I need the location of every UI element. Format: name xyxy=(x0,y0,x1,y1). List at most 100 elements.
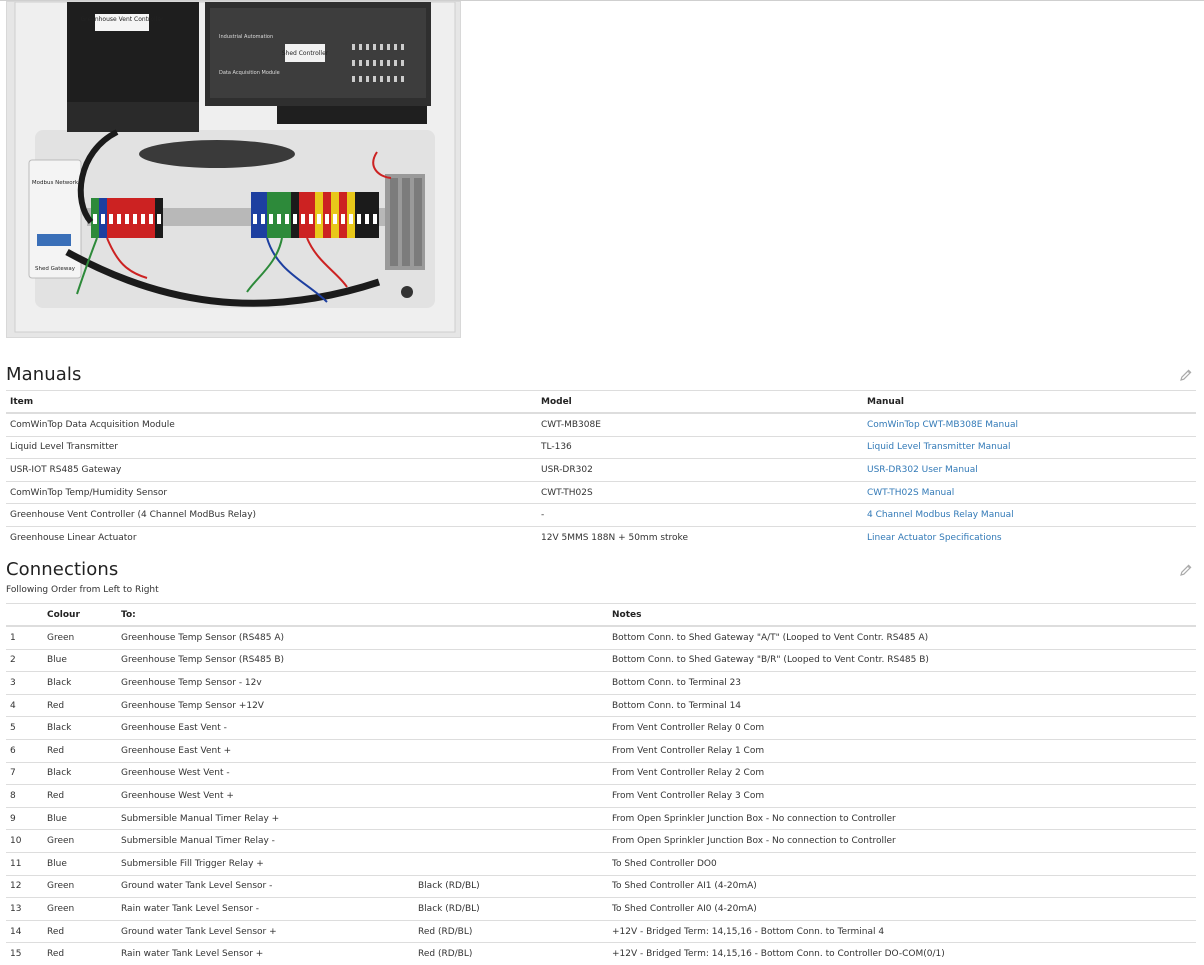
model-cell: - xyxy=(537,503,863,527)
table-row: 6 Red Greenhouse East Vent + From Vent Cont… xyxy=(6,738,1196,763)
to-cell: Submersible Manual Timer Relay + xyxy=(117,806,414,830)
number-cell: 6 xyxy=(6,738,43,763)
model-cell: CWT-TH02S xyxy=(537,480,863,504)
item-cell: Liquid Level Transmitter xyxy=(6,435,537,459)
notes-cell: +12V - Bridged Term: 14,15,16 - Bottom C… xyxy=(608,942,1196,965)
number-cell: 7 xyxy=(6,761,43,785)
notes-cell: From Vent Controller Relay 2 Com xyxy=(608,761,1196,785)
vent-controller-label: Greenhouse Vent Controller xyxy=(80,16,164,23)
manual-link[interactable]: ComWinTop CWT-MB308E Manual xyxy=(867,420,1018,430)
manual-link[interactable]: Linear Actuator Specifications xyxy=(867,533,1002,543)
item-cell: Greenhouse Linear Actuator xyxy=(6,525,537,549)
industrial-label: Industrial Automation xyxy=(219,34,273,40)
connections-title: Connections xyxy=(6,559,119,580)
manual-cell: Linear Actuator Specifications xyxy=(863,525,1196,549)
header-colour: Colour xyxy=(43,603,117,627)
header-item: Item xyxy=(6,390,537,414)
header-number xyxy=(6,603,43,627)
to-cell: Rain water Tank Level Sensor + xyxy=(117,942,414,965)
notes-cell: +12V - Bridged Term: 14,15,16 - Bottom C… xyxy=(608,919,1196,943)
connections-header-row: Colour To: Notes xyxy=(6,603,1196,627)
table-row: 5 Black Greenhouse East Vent - From Vent Co… xyxy=(6,716,1196,740)
table-row: 11 Blue Submersible Fill Trigger Relay + To… xyxy=(6,851,1196,876)
manual-cell: USR-DR302 User Manual xyxy=(863,458,1196,482)
to-cell: Ground water Tank Level Sensor + xyxy=(117,919,414,943)
notes-cell: To Shed Controller DO0 xyxy=(608,851,1196,876)
manuals-table: Item Model Manual ComWinTop Data Acquisi… xyxy=(6,390,1196,549)
extra-cell: Red (RD/BL) xyxy=(414,919,608,943)
colour-cell: Black xyxy=(43,761,117,785)
notes-cell: Bottom Conn. to Shed Gateway "A/T" (Loop… xyxy=(608,625,1196,650)
pencil-icon[interactable] xyxy=(1179,563,1193,577)
extra-cell xyxy=(414,625,608,650)
colour-cell: Red xyxy=(43,784,117,808)
colour-cell: Red xyxy=(43,919,117,943)
colour-cell: Blue xyxy=(43,648,117,672)
daq-label: Data Acquisition Module xyxy=(219,70,280,76)
table-row: 12 Green Ground water Tank Level Sensor -B… xyxy=(6,874,1196,898)
notes-cell: Bottom Conn. to Terminal 14 xyxy=(608,693,1196,717)
manuals-title: Manuals xyxy=(6,364,82,385)
colour-cell: Black xyxy=(43,716,117,740)
manual-link[interactable]: USR-DR302 User Manual xyxy=(867,465,978,475)
pencil-icon[interactable] xyxy=(1179,368,1193,382)
manual-link[interactable]: Liquid Level Transmitter Manual xyxy=(867,442,1011,452)
table-row: USR-IOT RS485 Gateway USR-DR302 USR-DR30… xyxy=(6,458,1196,482)
manual-cell: Liquid Level Transmitter Manual xyxy=(863,435,1196,459)
number-cell: 14 xyxy=(6,919,43,943)
to-cell: Ground water Tank Level Sensor - xyxy=(117,874,414,898)
table-row: 4 Red Greenhouse Temp Sensor +12V Bottom Co… xyxy=(6,693,1196,717)
colour-cell: Green xyxy=(43,897,117,921)
to-cell: Greenhouse West Vent + xyxy=(117,784,414,808)
colour-cell: Blue xyxy=(43,806,117,830)
enclosure-photo: Greenhouse Vent Controller Shed Controll… xyxy=(6,1,461,338)
colour-cell: Green xyxy=(43,829,117,853)
extra-cell xyxy=(414,716,608,740)
table-row: Liquid Level Transmitter TL-136 Liquid L… xyxy=(6,435,1196,459)
table-row: 14 Red Ground water Tank Level Sensor + Red… xyxy=(6,919,1196,943)
table-row: ComWinTop Temp/Humidity Sensor CWT-TH02S… xyxy=(6,480,1196,504)
number-cell: 10 xyxy=(6,829,43,853)
colour-cell: Red xyxy=(43,942,117,965)
colour-cell: Green xyxy=(43,874,117,898)
manual-link[interactable]: 4 Channel Modbus Relay Manual xyxy=(867,510,1014,520)
extra-cell xyxy=(414,738,608,763)
notes-cell: From Vent Controller Relay 0 Com xyxy=(608,716,1196,740)
colour-cell: Red xyxy=(43,738,117,763)
extra-cell xyxy=(414,761,608,785)
extra-cell xyxy=(414,671,608,695)
extra-cell xyxy=(414,829,608,853)
extra-cell: Black (RD/BL) xyxy=(414,874,608,898)
to-cell: Submersible Fill Trigger Relay + xyxy=(117,851,414,876)
item-cell: ComWinTop Temp/Humidity Sensor xyxy=(6,480,537,504)
colour-cell: Black xyxy=(43,671,117,695)
header-manual: Manual xyxy=(863,390,1196,414)
to-cell: Greenhouse Temp Sensor - 12v xyxy=(117,671,414,695)
table-row: 13 Green Rain water Tank Level Sensor - Bla… xyxy=(6,897,1196,921)
notes-cell: From Vent Controller Relay 3 Com xyxy=(608,784,1196,808)
colour-cell: Blue xyxy=(43,851,117,876)
table-row: 2 Blue Greenhouse Temp Sensor (RS485 B) Bot… xyxy=(6,648,1196,672)
notes-cell: Bottom Conn. to Shed Gateway "B/R" (Loop… xyxy=(608,648,1196,672)
to-cell: Greenhouse West Vent - xyxy=(117,761,414,785)
number-cell: 2 xyxy=(6,648,43,672)
manual-cell: CWT-TH02S Manual xyxy=(863,480,1196,504)
number-cell: 15 xyxy=(6,942,43,965)
manuals-header-row: Item Model Manual xyxy=(6,390,1196,414)
to-cell: Greenhouse East Vent - xyxy=(117,716,414,740)
extra-cell: Red (RD/BL) xyxy=(414,942,608,965)
gateway-label: Shed Gateway xyxy=(35,266,76,272)
number-cell: 11 xyxy=(6,851,43,876)
table-row: 1 Green Greenhouse Temp Sensor (RS485 A) Bo… xyxy=(6,625,1196,650)
manual-link[interactable]: CWT-TH02S Manual xyxy=(867,488,954,498)
number-cell: 5 xyxy=(6,716,43,740)
notes-cell: From Open Sprinkler Junction Box - No co… xyxy=(608,806,1196,830)
table-row: Greenhouse Linear Actuator 12V 5MMS 188N… xyxy=(6,525,1196,549)
model-cell: CWT-MB308E xyxy=(537,412,863,437)
to-cell: Rain water Tank Level Sensor - xyxy=(117,897,414,921)
number-cell: 8 xyxy=(6,784,43,808)
header-extra xyxy=(414,603,608,627)
shed-controller-label: Shed Controller xyxy=(282,50,329,57)
number-cell: 12 xyxy=(6,874,43,898)
to-cell: Greenhouse Temp Sensor (RS485 A) xyxy=(117,625,414,650)
